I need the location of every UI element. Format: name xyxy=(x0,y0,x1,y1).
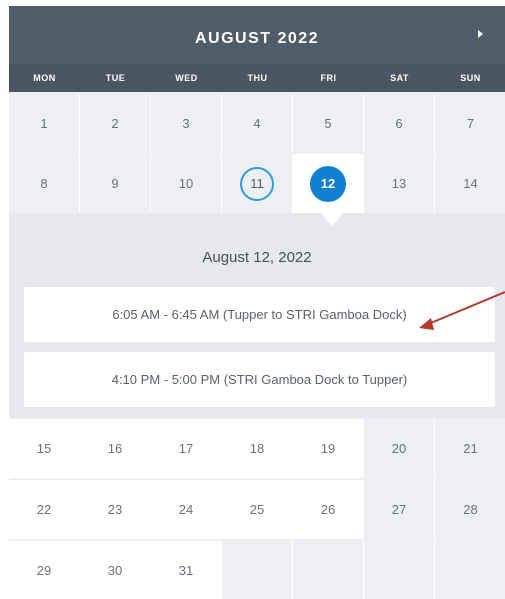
calendar-day-today[interactable]: 11 xyxy=(222,154,293,213)
calendar-day[interactable]: 31 xyxy=(151,541,222,599)
calendar-week: 15 16 17 18 19 20 21 xyxy=(9,419,505,478)
weekday-header-row: MON TUE WED THU FRI SAT SUN xyxy=(9,64,505,92)
calendar-day[interactable]: 27 xyxy=(364,480,435,539)
calendar-day[interactable]: 18 xyxy=(222,419,293,478)
calendar-day[interactable]: 14 xyxy=(435,154,505,213)
calendar-week: 1 2 3 4 5 6 7 xyxy=(9,94,505,153)
calendar-day[interactable]: 22 xyxy=(9,480,80,539)
time-slot-button[interactable]: 6:05 AM - 6:45 AM (Tupper to STRI Gamboa… xyxy=(24,287,495,342)
calendar-day[interactable]: 6 xyxy=(364,94,435,153)
calendar-day[interactable]: 20 xyxy=(364,419,435,478)
calendar-day[interactable]: 23 xyxy=(80,480,151,539)
weekday-label: FRI xyxy=(320,73,337,83)
day-detail-panel: August 12, 2022 6:05 AM - 6:45 AM (Tuppe… xyxy=(9,213,505,418)
weekday-label: THU xyxy=(247,73,268,83)
calendar-day[interactable]: 24 xyxy=(151,480,222,539)
calendar-day[interactable]: 2 xyxy=(80,94,151,153)
calendar-day[interactable]: 28 xyxy=(435,480,505,539)
calendar-day-empty xyxy=(222,541,293,599)
selected-date-heading: August 12, 2022 xyxy=(202,249,312,266)
chevron-right-icon xyxy=(477,30,483,38)
time-slot-button[interactable]: 4:10 PM - 5:00 PM (STRI Gamboa Dock to T… xyxy=(24,352,495,407)
weekday-label: SAT xyxy=(390,73,409,83)
calendar-day[interactable]: 10 xyxy=(151,154,222,213)
calendar-day[interactable]: 4 xyxy=(222,94,293,153)
weekday-label: TUE xyxy=(105,73,126,83)
today-marker: 11 xyxy=(240,166,274,201)
calendar-week: 22 23 24 25 26 27 28 xyxy=(9,480,505,539)
calendar-day[interactable]: 3 xyxy=(151,94,222,153)
calendar-day-empty xyxy=(293,541,364,599)
calendar-week: 8 9 10 11 12 13 14 xyxy=(9,154,505,213)
weekday-label: MON xyxy=(33,73,56,83)
calendar-day[interactable]: 7 xyxy=(435,94,505,153)
calendar-day[interactable]: 30 xyxy=(80,541,151,599)
selection-pointer xyxy=(320,212,344,226)
calendar-day[interactable]: 15 xyxy=(9,419,80,478)
calendar-day-empty xyxy=(435,541,505,599)
calendar-day[interactable]: 13 xyxy=(364,154,435,213)
selected-date-marker: 12 xyxy=(310,165,346,202)
weekday-label: WED xyxy=(175,73,198,83)
calendar-day[interactable]: 17 xyxy=(151,419,222,478)
calendar-day[interactable]: 5 xyxy=(293,94,364,153)
calendar-day[interactable]: 29 xyxy=(9,541,80,599)
calendar-day[interactable]: 9 xyxy=(80,154,151,213)
calendar-widget: AUGUST 2022 MON TUE WED THU FRI SAT SUN … xyxy=(9,6,505,599)
calendar-week: 29 30 31 xyxy=(9,541,505,599)
calendar-day[interactable]: 26 xyxy=(293,480,364,539)
calendar-day[interactable]: 1 xyxy=(9,94,80,153)
weekday-label: SUN xyxy=(460,73,481,83)
calendar-day[interactable]: 16 xyxy=(80,419,151,478)
calendar-day[interactable]: 19 xyxy=(293,419,364,478)
calendar-day-selected[interactable]: 12 xyxy=(293,154,364,213)
calendar-day[interactable]: 25 xyxy=(222,480,293,539)
month-title: AUGUST 2022 xyxy=(194,30,320,47)
calendar-day-empty xyxy=(364,541,435,599)
next-month-button[interactable] xyxy=(469,23,491,45)
calendar-day[interactable]: 8 xyxy=(9,154,80,213)
calendar-day[interactable]: 21 xyxy=(435,419,505,478)
